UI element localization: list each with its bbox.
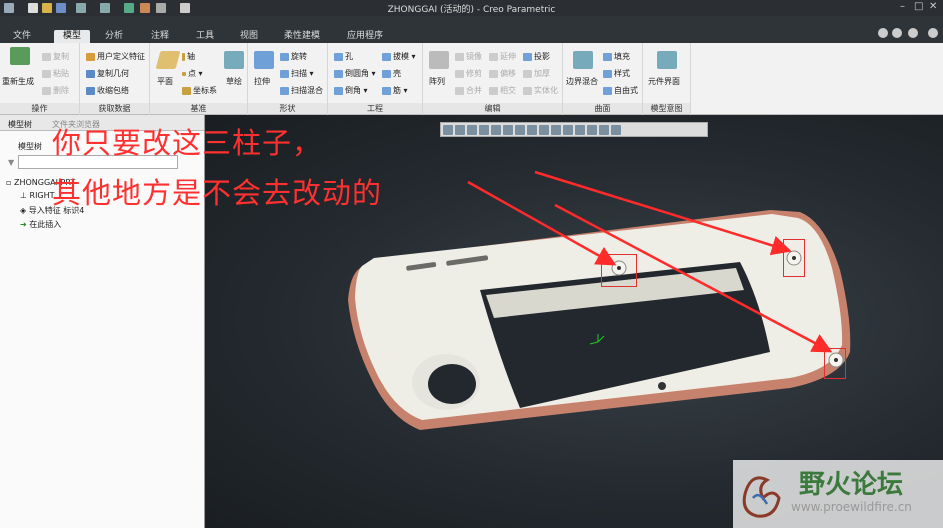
watermark: 野火论坛 www.proewildfire.cn [733,460,943,528]
watermark-brand: 野火论坛 [799,470,904,500]
watermark-url: www.proewildfire.cn [791,500,912,514]
annotation-line-1: 你只要改这三柱子， [52,126,323,160]
watermark-logo-icon [742,476,781,518]
annotation-arrows [467,170,833,353]
annotation-line-2: 其他地方是不会去改动的 [52,176,383,210]
